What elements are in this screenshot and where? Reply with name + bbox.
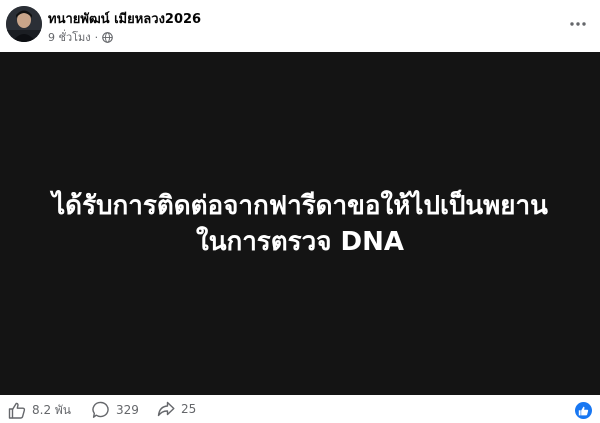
share-count: 25 (181, 402, 197, 416)
post-time[interactable]: 9 ชั่วโมง (48, 28, 91, 46)
comment-icon (92, 401, 109, 418)
author-name[interactable]: ทนายพัฒน์ เมียหลวง2026 (48, 8, 201, 29)
like-button[interactable]: 8.2 พัน (8, 401, 71, 420)
avatar-photo (6, 6, 42, 42)
share-button[interactable]: 25 (157, 401, 196, 417)
author-avatar[interactable] (6, 6, 42, 42)
post-header: ทนายพัฒน์ เมียหลวง2026 9 ชั่วโมง · (0, 0, 600, 52)
like-icon (8, 402, 26, 419)
post-footer: 8.2 พัน 329 25 (0, 395, 600, 423)
globe-icon (102, 31, 113, 43)
more-options-icon[interactable] (568, 14, 588, 34)
media-text-line-1: ได้รับการติดต่อจากฟารีดาขอให้ไปเป็นพยาน (52, 190, 548, 221)
like-reaction-icon[interactable] (575, 402, 592, 419)
post-media[interactable]: ได้รับการติดต่อจากฟารีดาขอให้ไปเป็นพยาน … (0, 52, 600, 395)
like-count: 8.2 พัน (32, 403, 72, 417)
post-meta: 9 ชั่วโมง · (48, 28, 113, 46)
facebook-post: ทนายพัฒน์ เมียหลวง2026 9 ชั่วโมง · ได้รั… (0, 0, 600, 423)
media-text-line-2: ในการตรวจ DNA (196, 226, 404, 257)
meta-separator: · (94, 30, 99, 44)
comment-button[interactable]: 329 (92, 401, 139, 419)
share-icon (157, 401, 175, 417)
comment-count: 329 (116, 403, 139, 417)
